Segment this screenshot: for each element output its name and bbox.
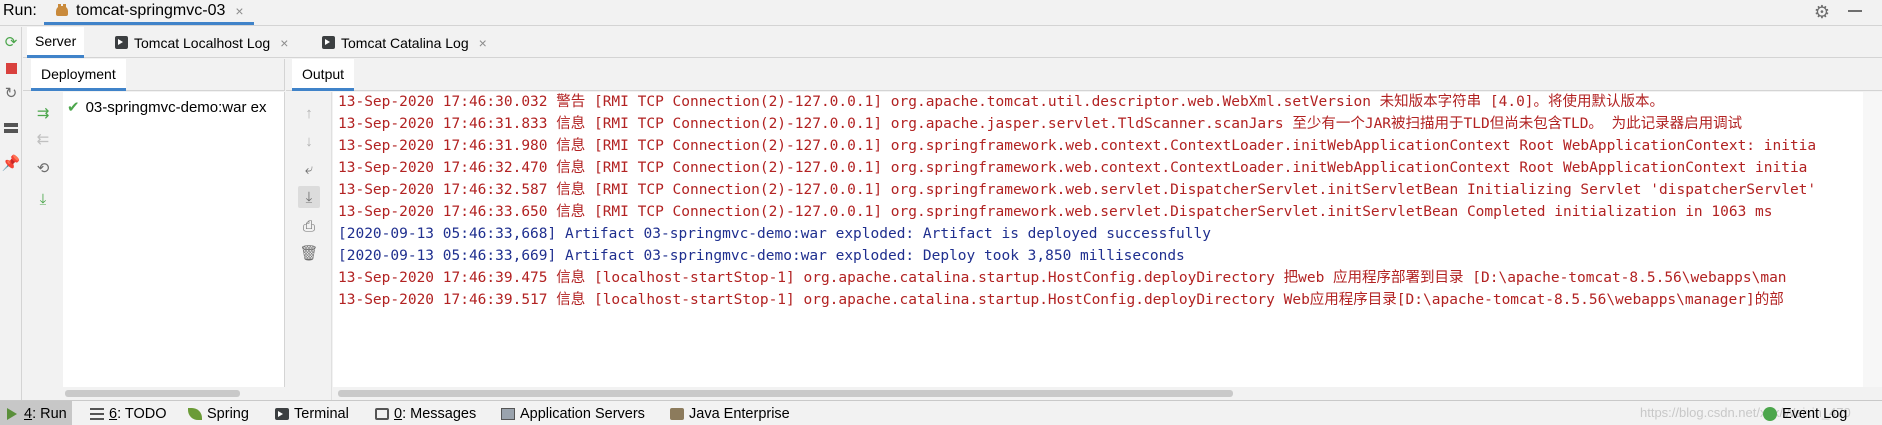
tool-event-log-label: Event Log (1782, 405, 1848, 422)
tool-app-servers-button[interactable]: Application Servers (496, 401, 650, 425)
tool-todo-label: : TODO (117, 405, 167, 422)
minimize-icon[interactable] (1848, 10, 1862, 12)
log-line: 13-Sep-2020 17:46:31.833 信息 [RMI TCP Con… (338, 116, 1743, 132)
server-subtabs: Server Tomcat Localhost Log × Tomcat Cat… (23, 27, 1882, 58)
tool-terminal-button[interactable]: Terminal (270, 401, 354, 425)
deployment-toolbar: ⇉ ⇇ ⟲ ⤓ (23, 92, 63, 400)
refresh-icon[interactable]: ⟲ (32, 157, 54, 179)
deploy-down-icon[interactable]: ⤓ (32, 188, 54, 210)
run-icon (5, 407, 19, 420)
log-line: 13-Sep-2020 17:46:30.032 警告 [RMI TCP Con… (338, 94, 1665, 110)
log-line: [2020-09-13 05:46:33,669] Artifact 03-sp… (338, 248, 1185, 264)
tool-java-enterprise-label: Java Enterprise (689, 405, 790, 422)
todo-icon (90, 407, 104, 420)
mnemonic: 0 (394, 405, 403, 422)
log-line: 13-Sep-2020 17:46:33.650 信息 [RMI TCP Con… (338, 204, 1773, 220)
output-hscrollbar[interactable] (333, 387, 1863, 400)
tab-server[interactable]: Server (27, 27, 85, 58)
mnemonic: 4 (24, 405, 33, 422)
tool-todo-button[interactable]: 6: TODO (85, 401, 172, 425)
print-icon[interactable]: ⎙ (298, 215, 320, 237)
app-servers-icon (501, 407, 515, 420)
tab-tomcat-catalina-log[interactable]: Tomcat Catalina Log × (314, 27, 495, 58)
tab-server-label: Server (35, 33, 77, 49)
rerun-icon[interactable]: ⟳ (2, 33, 20, 51)
stop-icon[interactable] (2, 59, 20, 77)
tool-run-button[interactable]: 4: Run (0, 401, 72, 425)
output-header: Output (286, 59, 1882, 91)
run-tool-window: Run: tomcat-springmvc-03 × ⚙ ⟳ ↻ 📌 Serve… (0, 0, 1882, 425)
deployment-header: Deployment (23, 59, 285, 91)
tool-window-bar: 4: Run 6: TODO Spring Terminal 0: Messag… (0, 400, 1882, 425)
mnemonic: 6 (109, 405, 118, 422)
tool-spring-label: Spring (207, 405, 249, 422)
console-icon (115, 36, 128, 49)
java-enterprise-icon (670, 407, 684, 420)
run-config-tab-label: tomcat-springmvc-03 (76, 2, 226, 19)
output-vscrollbar[interactable] (1863, 92, 1882, 387)
pin-icon[interactable]: 📌 (2, 154, 21, 172)
deploy-all-icon[interactable]: ⇉ (32, 102, 54, 124)
run-config-tab[interactable]: tomcat-springmvc-03 × (44, 0, 254, 25)
tool-spring-button[interactable]: Spring (183, 401, 254, 425)
close-icon[interactable]: × (280, 35, 288, 51)
tool-messages-button[interactable]: 0: Messages (370, 401, 481, 425)
layout-icon[interactable] (2, 119, 20, 137)
gear-icon[interactable]: ⚙ (1814, 2, 1830, 23)
check-icon: ✔ (67, 99, 80, 116)
log-line: 13-Sep-2020 17:46:32.470 信息 [RMI TCP Con… (338, 160, 1808, 176)
scroll-thumb[interactable] (338, 390, 1233, 397)
artifact-label: 03-springmvc-demo:war ex (85, 98, 267, 116)
run-label: Run: (3, 2, 37, 19)
deployment-tab[interactable]: Deployment (31, 59, 126, 91)
tool-app-servers-label: Application Servers (520, 405, 645, 422)
tab-tomcat-localhost-log[interactable]: Tomcat Localhost Log × (107, 27, 296, 58)
arrow-up-icon[interactable]: ↑ (298, 102, 320, 124)
console-output[interactable]: 13-Sep-2020 17:46:30.032 警告 [RMI TCP Con… (333, 92, 1863, 387)
log-line: 13-Sep-2020 17:46:39.517 信息 [localhost-s… (338, 292, 1784, 308)
deployment-list: ✔ 03-springmvc-demo:war ex (63, 92, 285, 387)
output-tab-label: Output (302, 65, 345, 82)
trash-icon[interactable]: 🗑 (298, 242, 320, 264)
run-bar: Run: tomcat-springmvc-03 × ⚙ (0, 0, 1882, 26)
update-icon[interactable]: ↻ (2, 84, 20, 102)
tab-catalina-log-label: Tomcat Catalina Log (341, 34, 469, 51)
event-log-icon (1763, 406, 1777, 421)
arrow-down-icon[interactable]: ↓ (298, 130, 320, 152)
tab-localhost-log-label: Tomcat Localhost Log (134, 34, 271, 51)
output-toolbar: ↑ ↓ ⤶ ⤓ ⎙ 🗑 (286, 92, 332, 400)
tool-terminal-label: Terminal (294, 405, 349, 422)
close-icon[interactable]: × (235, 3, 243, 19)
tool-event-log-button[interactable]: Event Log (1758, 401, 1852, 425)
tool-java-enterprise-button[interactable]: Java Enterprise (665, 401, 795, 425)
spring-icon (188, 407, 202, 420)
soft-wrap-icon[interactable]: ⤶ (298, 158, 320, 180)
tool-messages-label: : Messages (402, 405, 477, 422)
log-line: 13-Sep-2020 17:46:39.475 信息 [localhost-s… (338, 270, 1787, 286)
tomcat-icon (54, 3, 70, 19)
deployment-tab-label: Deployment (41, 65, 116, 82)
terminal-icon (275, 407, 289, 420)
log-line: 13-Sep-2020 17:46:31.980 信息 [RMI TCP Con… (338, 138, 1817, 154)
deployment-hscrollbar[interactable] (63, 387, 285, 400)
log-line: [2020-09-13 05:46:33,668] Artifact 03-sp… (338, 226, 1211, 242)
scroll-thumb[interactable] (65, 390, 240, 397)
output-tab[interactable]: Output (292, 59, 355, 91)
console-icon (322, 36, 335, 49)
scroll-to-end-icon[interactable]: ⤓ (298, 186, 320, 208)
tool-run-label: : Run (32, 405, 67, 422)
messages-icon (375, 407, 389, 420)
list-item[interactable]: ✔ 03-springmvc-demo:war ex (67, 98, 267, 117)
close-icon[interactable]: × (479, 35, 487, 51)
log-line: 13-Sep-2020 17:46:32.587 信息 [RMI TCP Con… (338, 182, 1817, 198)
left-toolbar: ⟳ ↻ 📌 (0, 27, 22, 400)
undeploy-icon[interactable]: ⇇ (32, 128, 54, 150)
